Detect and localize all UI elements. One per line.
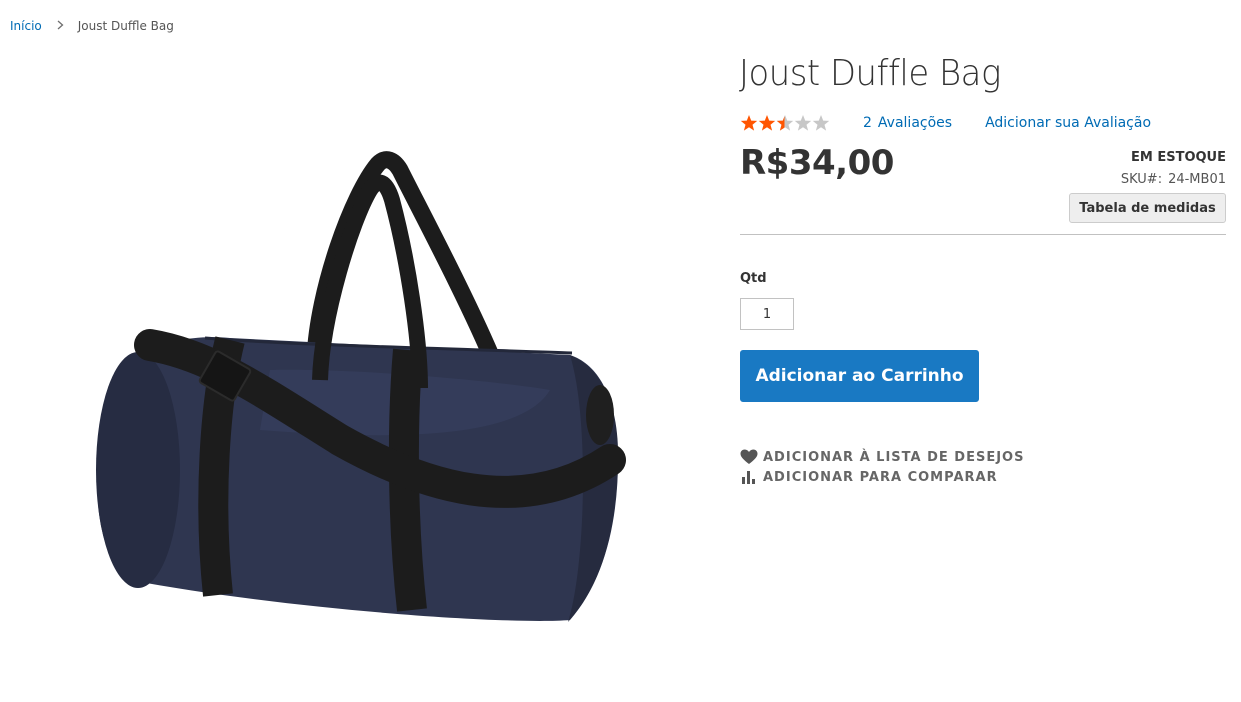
- bar-chart-icon: [740, 469, 758, 485]
- chevron-right-icon: [57, 19, 64, 33]
- add-to-compare-link[interactable]: ADICIONAR PARA COMPARAR: [740, 467, 1024, 487]
- duffle-bag-image: [96, 151, 626, 622]
- add-review-link[interactable]: Adicionar sua Avaliação: [985, 115, 1151, 131]
- sku-value: 24-MB01: [1168, 172, 1226, 187]
- compare-label: ADICIONAR PARA COMPARAR: [763, 469, 998, 485]
- star-rating-icon: [740, 115, 830, 131]
- stock-info: EM ESTOQUE SKU#: 24-MB01: [1121, 150, 1226, 187]
- size-chart-button[interactable]: Tabela de medidas: [1069, 193, 1226, 223]
- reviews-count: 2: [863, 115, 872, 131]
- add-to-wishlist-link[interactable]: ADICIONAR À LISTA DE DESEJOS: [740, 447, 1024, 467]
- reviews-count-link[interactable]: 2 Avaliações: [863, 115, 952, 131]
- rating-stars: [740, 114, 830, 132]
- qty-input[interactable]: [740, 298, 794, 330]
- qty-label: Qtd: [740, 271, 767, 286]
- breadcrumb-home-link[interactable]: Início: [10, 19, 42, 33]
- add-to-cart-button[interactable]: Adicionar ao Carrinho: [740, 350, 979, 402]
- heart-icon: [740, 449, 758, 465]
- reviews-label: Avaliações: [877, 115, 953, 131]
- product-sku: SKU#: 24-MB01: [1121, 172, 1226, 187]
- sku-label: SKU#:: [1120, 172, 1163, 187]
- product-reviews-summary: 2 Avaliações Adicionar sua Avaliação: [740, 114, 1151, 132]
- page-title: Joust Duffle Bag: [739, 53, 1001, 94]
- product-image[interactable]: [90, 140, 630, 640]
- breadcrumb: Início Joust Duffle Bag: [10, 19, 174, 33]
- divider: [740, 234, 1226, 235]
- product-social-links: ADICIONAR À LISTA DE DESEJOS ADICIONAR P…: [740, 447, 1024, 487]
- wishlist-label: ADICIONAR À LISTA DE DESEJOS: [763, 449, 1025, 465]
- breadcrumb-current: Joust Duffle Bag: [77, 19, 174, 33]
- product-price: R$34,00: [740, 143, 894, 183]
- stock-status: EM ESTOQUE: [1131, 150, 1226, 165]
